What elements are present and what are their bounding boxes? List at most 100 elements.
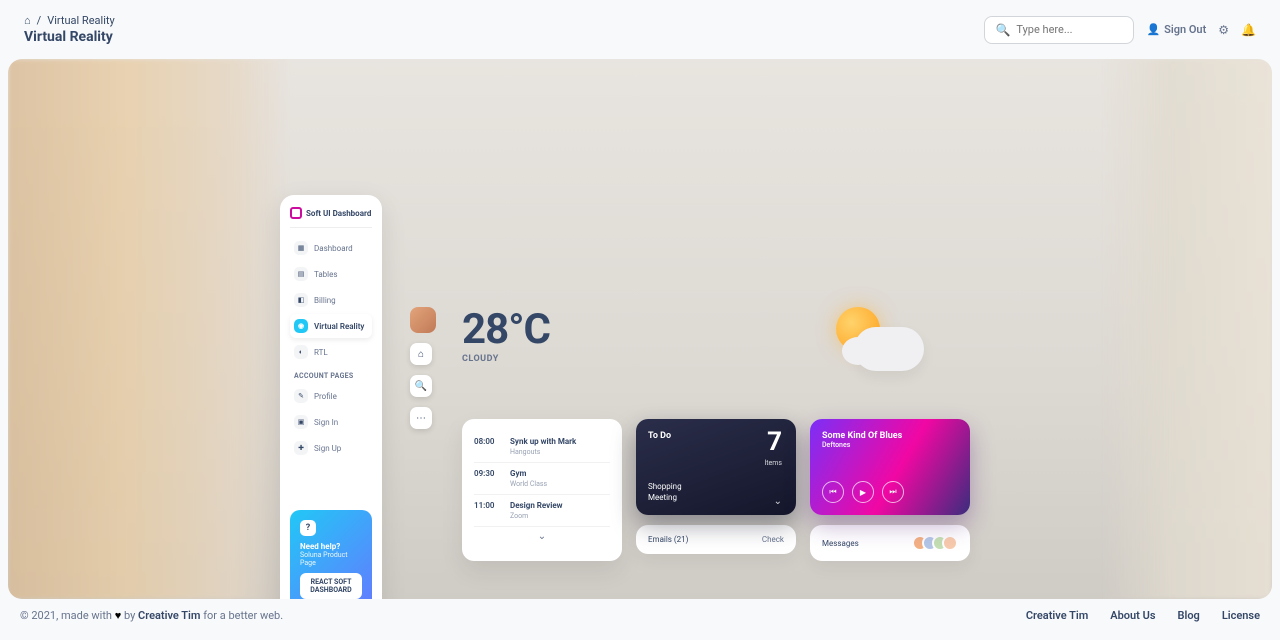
schedule-time: 11:00 xyxy=(474,501,500,520)
sidebar-item-dashboard[interactable]: ▦Dashboard xyxy=(290,236,372,260)
footer-links: Creative Tim About Us Blog License xyxy=(1026,609,1260,622)
footer-text: for a better web. xyxy=(200,609,283,622)
bell-icon[interactable]: 🔔 xyxy=(1241,23,1256,37)
help-button[interactable]: REACT SOFT DASHBOARD xyxy=(300,573,362,599)
mini-home-button[interactable]: ⌂ xyxy=(410,343,432,365)
schedule-card: 08:00 Synk up with Mark Hangouts 09:30 G… xyxy=(462,419,622,561)
sidebar-brand[interactable]: Soft UI Dashboard xyxy=(290,207,372,228)
emails-label: Emails (21) xyxy=(648,535,688,544)
music-next-button[interactable]: ⏭ xyxy=(882,481,904,503)
brand-label: Soft UI Dashboard xyxy=(306,209,371,218)
header-right: 🔍 👤 Sign Out ⚙ 🔔 xyxy=(984,16,1256,44)
footer-link[interactable]: Creative Tim xyxy=(1026,609,1088,622)
sidebar-item-tables[interactable]: ▤Tables xyxy=(290,262,372,286)
gear-icon[interactable]: ⚙ xyxy=(1218,23,1229,37)
help-icon: ? xyxy=(300,520,316,536)
signout-link[interactable]: 👤 Sign Out xyxy=(1146,23,1206,36)
breadcrumb-current: Virtual Reality xyxy=(47,14,114,27)
search-icon: 🔍 xyxy=(415,381,427,392)
weather-temp: 28°C xyxy=(462,305,550,354)
help-card: ? Need help? Soluna Product Page REACT S… xyxy=(290,510,372,599)
todo-line: Meeting xyxy=(648,492,682,503)
footer-link[interactable]: Blog xyxy=(1177,609,1199,622)
schedule-title: Synk up with Mark xyxy=(510,437,576,446)
music-column: Some Kind Of Blues Deftones ⏮ ▶ ⏭ Messag… xyxy=(810,419,970,561)
search-box[interactable]: 🔍 xyxy=(984,16,1134,44)
search-input[interactable] xyxy=(1016,23,1123,36)
footer-link[interactable]: License xyxy=(1222,609,1260,622)
next-icon: ⏭ xyxy=(889,487,896,497)
billing-icon: ◧ xyxy=(294,293,308,307)
messages-label: Messages xyxy=(822,539,859,548)
schedule-row[interactable]: 09:30 Gym World Class xyxy=(474,463,610,495)
footer-copy: © 2021, made with ♥ by Creative Tim for … xyxy=(20,609,283,622)
todo-line: Shopping xyxy=(648,481,682,492)
music-play-button[interactable]: ▶ xyxy=(852,481,874,503)
chevron-down-icon: ⌄ xyxy=(538,531,546,542)
messages-card[interactable]: Messages xyxy=(810,525,970,561)
sidebar-item-virtual-reality[interactable]: ◉Virtual Reality xyxy=(290,314,372,338)
sidebar: Soft UI Dashboard ▦Dashboard ▤Tables ◧ Bi… xyxy=(280,195,382,599)
sidebar-item-rtl[interactable]: ◐RTL xyxy=(290,340,372,364)
rtl-icon: ◐ xyxy=(294,345,308,359)
signout-label: Sign Out xyxy=(1164,23,1206,36)
weather-desc: CLOUDY xyxy=(462,354,550,364)
schedule-sub: Zoom xyxy=(510,512,563,520)
todo-preview: Shopping Meeting xyxy=(648,481,682,503)
breadcrumb-sep: / xyxy=(37,14,42,27)
sidebar-item-billing[interactable]: ◧ Billing xyxy=(290,288,372,312)
emails-check-link[interactable]: Check xyxy=(762,535,784,544)
sidebar-item-label: Billing xyxy=(314,296,336,305)
emails-card[interactable]: Emails (21) Check xyxy=(636,525,796,554)
page-title: Virtual Reality xyxy=(24,29,115,45)
schedule-time: 09:30 xyxy=(474,469,500,488)
home-icon[interactable]: ⌂ xyxy=(24,14,31,27)
music-prev-button[interactable]: ⏮ xyxy=(822,481,844,503)
footer-link[interactable]: About Us xyxy=(1110,609,1155,622)
music-artist: Deftones xyxy=(822,441,958,449)
header-left: ⌂ / Virtual Reality Virtual Reality xyxy=(24,14,115,45)
schedule-sub: World Class xyxy=(510,480,547,488)
mini-more-button[interactable]: ⋯ xyxy=(410,407,432,429)
footer-text: © 2021, made with xyxy=(20,609,115,622)
sidebar-item-label: Profile xyxy=(314,392,337,401)
avatar[interactable] xyxy=(410,307,436,333)
vr-stage: Soft UI Dashboard ▦Dashboard ▤Tables ◧ Bi… xyxy=(8,59,1272,599)
help-title: Need help? xyxy=(300,542,362,551)
footer-author-link[interactable]: Creative Tim xyxy=(138,609,200,622)
sidebar-item-signin[interactable]: ▣Sign In xyxy=(290,410,372,434)
schedule-sub: Hangouts xyxy=(510,448,576,456)
avatar[interactable] xyxy=(942,535,958,551)
footer-text: by xyxy=(121,609,138,622)
breadcrumb: ⌂ / Virtual Reality xyxy=(24,14,115,27)
prev-icon: ⏮ xyxy=(829,487,836,497)
home-icon: ⌂ xyxy=(418,349,424,360)
sidebar-item-profile[interactable]: ✎Profile xyxy=(290,384,372,408)
help-subtitle: Soluna Product Page xyxy=(300,551,362,567)
todo-expand[interactable]: ⌄ xyxy=(774,496,782,507)
mini-actions: ⌂ 🔍 ⋯ xyxy=(410,307,436,429)
schedule-row[interactable]: 08:00 Synk up with Mark Hangouts xyxy=(474,431,610,463)
todo-count-label: Items xyxy=(764,459,782,467)
tables-icon: ▤ xyxy=(294,267,308,281)
schedule-time: 08:00 xyxy=(474,437,500,456)
todo-count: 7 xyxy=(767,427,782,457)
sidebar-section-account: ACCOUNT PAGES xyxy=(294,372,372,380)
sidebar-item-signup[interactable]: ✚ Sign Up xyxy=(290,436,372,460)
todo-title: To Do xyxy=(648,431,784,441)
schedule-expand[interactable]: ⌄ xyxy=(474,527,610,546)
todo-card[interactable]: To Do 7 Items Shopping Meeting ⌄ xyxy=(636,419,796,515)
mini-search-button[interactable]: 🔍 xyxy=(410,375,432,397)
play-icon: ▶ xyxy=(860,488,866,497)
ellipsis-icon: ⋯ xyxy=(416,413,426,424)
music-title: Some Kind Of Blues xyxy=(822,431,958,441)
weather-widget: 28°C CLOUDY xyxy=(462,305,550,364)
schedule-title: Gym xyxy=(510,469,547,478)
logo-icon xyxy=(290,207,302,219)
sidebar-item-label: Sign Up xyxy=(314,444,341,453)
signup-icon: ✚ xyxy=(294,441,308,455)
sidebar-item-label: Virtual Reality xyxy=(314,322,364,331)
cards-row: 08:00 Synk up with Mark Hangouts 09:30 G… xyxy=(462,419,970,561)
schedule-row[interactable]: 11:00 Design Review Zoom xyxy=(474,495,610,527)
music-controls: ⏮ ▶ ⏭ xyxy=(822,481,904,503)
